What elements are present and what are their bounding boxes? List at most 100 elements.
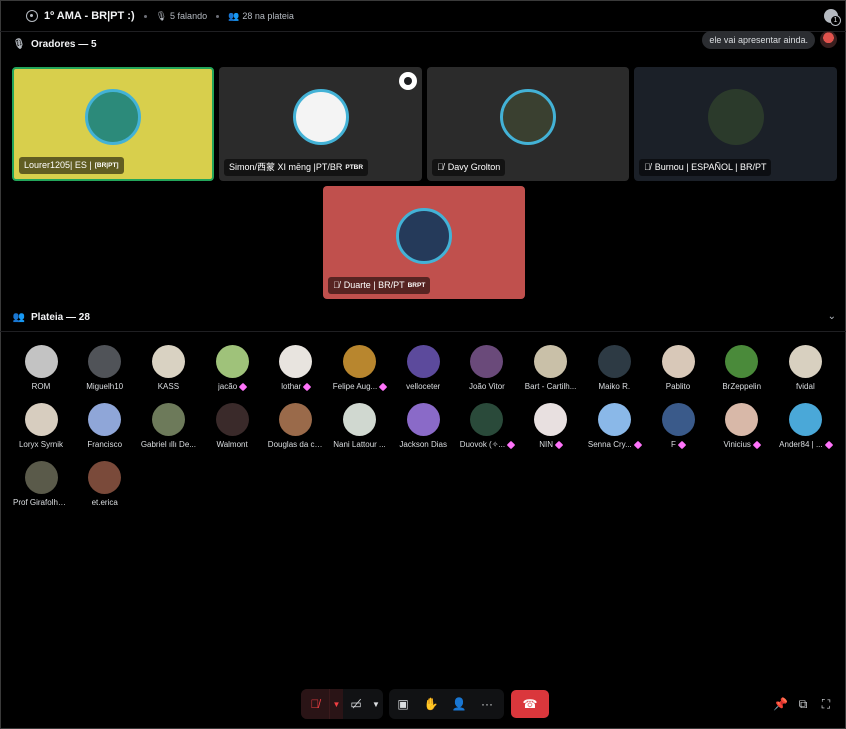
audience-member[interactable]: Walmont bbox=[201, 403, 263, 449]
invite-button[interactable]: 👤 bbox=[445, 689, 473, 719]
avatar bbox=[151, 403, 185, 436]
avatar bbox=[215, 403, 249, 436]
separator-dot bbox=[216, 14, 220, 18]
boost-badge-icon bbox=[752, 440, 762, 449]
avatar bbox=[406, 403, 440, 436]
audience-member[interactable]: F bbox=[647, 403, 709, 449]
audience-member[interactable]: lothar bbox=[265, 345, 327, 391]
divider bbox=[0, 331, 846, 332]
audience-member-name: Francisco bbox=[87, 440, 123, 449]
popout-icon[interactable]: ⧉ bbox=[796, 697, 810, 711]
avatar bbox=[534, 345, 568, 378]
speakers-section-label: Oradores — 5 bbox=[31, 39, 97, 50]
avatar bbox=[279, 345, 313, 378]
speaker-tile[interactable]: 🎙̸ Davy Grolton bbox=[427, 67, 629, 181]
avatar bbox=[24, 461, 58, 494]
audience-member[interactable]: Loryx Syrnik bbox=[10, 403, 72, 449]
inbox-icon[interactable] bbox=[824, 9, 841, 26]
avatar bbox=[279, 403, 313, 436]
avatar bbox=[661, 403, 695, 436]
audience-member[interactable]: Jackson Dias bbox=[392, 403, 454, 449]
speakers-section-header: 🎙 Oradores — 5 bbox=[12, 39, 97, 50]
audience-member[interactable]: Francisco bbox=[74, 403, 136, 449]
microphone-toggle-button[interactable]: 🎙̸ bbox=[301, 689, 329, 719]
microphone-icon: 🎙 bbox=[155, 10, 168, 21]
audience-member[interactable]: Senna Cry... bbox=[583, 403, 645, 449]
avatar bbox=[24, 345, 58, 378]
speaker-tile[interactable]: 🎙̸ Duarte | BR/PT BRPT bbox=[323, 186, 525, 299]
audience-member[interactable]: jacão bbox=[201, 345, 263, 391]
avatar bbox=[151, 345, 185, 378]
avatar bbox=[597, 345, 631, 378]
avatar bbox=[88, 461, 122, 494]
audience-member[interactable]: ROM bbox=[10, 345, 72, 391]
boost-badge-icon bbox=[378, 382, 388, 391]
audience-member-name: Bart - Cartilh... bbox=[524, 382, 577, 391]
chevron-down-icon[interactable]: ▼ bbox=[369, 689, 383, 719]
avatar bbox=[215, 345, 249, 378]
top-bar: 1º AMA - BR|PT :) 🎙 5 falando 👥 28 na plat… bbox=[0, 0, 846, 32]
avatar bbox=[343, 403, 376, 436]
audience-member[interactable]: Bart - Cartilh... bbox=[520, 345, 582, 391]
chevron-down-icon[interactable]: ▼ bbox=[329, 689, 343, 719]
audience-member[interactable]: Miguelh10 bbox=[74, 345, 136, 391]
pin-icon[interactable]: 📌 bbox=[773, 697, 788, 711]
action-controls: ▣ ✋ 👤 ··· bbox=[389, 689, 504, 719]
microphone-icon: 🎙 bbox=[12, 39, 26, 50]
avatar[interactable] bbox=[820, 31, 837, 48]
avatar bbox=[470, 345, 504, 378]
audience-member-name: Maiko R. bbox=[598, 382, 631, 391]
separator-dot bbox=[143, 14, 147, 18]
voice-controls: 🎙̸ ▼ ▭̸ ▼ bbox=[301, 689, 383, 719]
speaker-tile[interactable]: 🎙̸ Burnou | ESPAÑOL | BR/PT bbox=[634, 67, 837, 181]
audience-section-header: 👥 Plateia — 28 bbox=[12, 312, 90, 323]
audience-member[interactable]: et.erica bbox=[74, 461, 136, 507]
boost-badge-icon bbox=[506, 440, 516, 449]
speaker-avatar bbox=[396, 207, 452, 264]
avatar bbox=[343, 345, 376, 378]
audience-member[interactable]: Nani Lattour ... bbox=[329, 403, 391, 449]
audience-member[interactable]: velloceter bbox=[392, 345, 454, 391]
audience-member-name: jacão bbox=[201, 382, 263, 391]
audience-member[interactable]: Felipe Aug... bbox=[329, 345, 391, 391]
audience-member[interactable]: Douglas da co... bbox=[265, 403, 327, 449]
audience-member[interactable]: Maiko R. bbox=[583, 345, 645, 391]
phone-hangup-icon[interactable]: ☎ bbox=[511, 690, 549, 718]
audience-member-name: velloceter bbox=[406, 382, 441, 391]
audience-member[interactable]: BrZeppelin bbox=[711, 345, 773, 391]
audience-member-name: Miguelh10 bbox=[86, 382, 124, 391]
audience-member[interactable]: Duovok (✧... bbox=[456, 403, 518, 449]
audience-member-name: Senna Cry... bbox=[583, 440, 645, 449]
camera-toggle-button[interactable]: ▭̸ bbox=[343, 689, 369, 719]
audience-section-label: Plateia — 28 bbox=[31, 312, 90, 323]
stage-icon bbox=[26, 10, 38, 22]
audience-member[interactable]: Gabriel ıllı De... bbox=[137, 403, 199, 449]
audience-member-name: Nani Lattour ... bbox=[333, 440, 386, 449]
audience-member-name: Douglas da co... bbox=[267, 440, 324, 449]
audience-member[interactable]: Pablito bbox=[647, 345, 709, 391]
avatar bbox=[788, 345, 822, 378]
audience-member[interactable]: NIN bbox=[520, 403, 582, 449]
more-options-button[interactable]: ··· bbox=[473, 689, 501, 719]
boost-badge-icon bbox=[824, 440, 833, 449]
audience-member-name: NIN bbox=[520, 440, 582, 449]
audience-member-name: KASS bbox=[157, 382, 180, 391]
mic-muted-icon: 🎙̸ bbox=[333, 280, 340, 290]
screen-share-button[interactable]: ▣ bbox=[389, 689, 417, 719]
audience-member[interactable]: João Vitor bbox=[456, 345, 518, 391]
audience-member[interactable]: Vinicius bbox=[711, 403, 773, 449]
speaker-tile[interactable]: Simon/西蒙 XI mēng |PT/BR PTBR bbox=[219, 67, 422, 181]
request-to-speak-button[interactable]: ✋ bbox=[417, 689, 445, 719]
speaker-tile[interactable]: Lourer1205| ES | [BR|PT] bbox=[12, 67, 214, 181]
avatar bbox=[534, 403, 568, 436]
audience-member[interactable]: Ander84 | ... bbox=[774, 403, 836, 449]
audience-member-name: Gabriel ıllı De... bbox=[140, 440, 196, 449]
chevron-down-icon[interactable]: ⌄ bbox=[828, 311, 836, 322]
audience-member[interactable]: fvidal bbox=[774, 345, 836, 391]
audience-member[interactable]: Prof Girafolhe... bbox=[10, 461, 72, 507]
boost-badge-icon bbox=[238, 382, 248, 391]
fullscreen-icon[interactable]: ⛶ bbox=[819, 697, 833, 711]
audience-member-name: Duovok (✧... bbox=[456, 440, 518, 449]
audience-member-name: ROM bbox=[31, 382, 51, 391]
audience-member[interactable]: KASS bbox=[137, 345, 199, 391]
